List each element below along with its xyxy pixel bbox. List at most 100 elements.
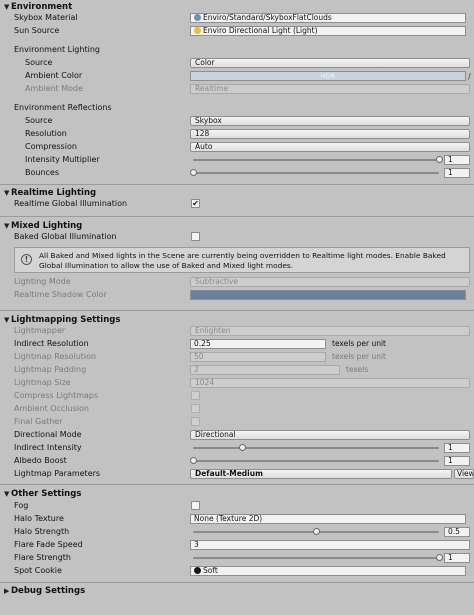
intensity-multiplier-label: Intensity Multiplier (25, 155, 100, 164)
baked-gi-checkbox[interactable] (191, 232, 200, 241)
section-divider (0, 184, 474, 185)
foldout-expanded-icon[interactable]: ▼ (4, 490, 9, 498)
final-gather-label: Final Gather (14, 417, 63, 426)
flare-strength-label: Flare Strength (14, 553, 71, 562)
section-divider (0, 484, 474, 485)
other-settings-header[interactable]: ▼ Other Settings (0, 488, 474, 500)
indirect-resolution-label: Indirect Resolution (14, 339, 89, 348)
foldout-expanded-icon[interactable]: ▼ (4, 189, 9, 197)
texels-per-unit-label: texels per unit (332, 339, 386, 348)
foldout-expanded-icon[interactable]: ▼ (4, 222, 9, 230)
skybox-material-label: Skybox Material (14, 13, 78, 22)
albedo-boost-label: Albedo Boost (14, 456, 67, 465)
halo-strength-slider-thumb[interactable] (312, 528, 320, 535)
flare-strength-slider-thumb[interactable] (435, 554, 443, 561)
lightmap-resolution-field: 50 (190, 352, 326, 362)
environment-lighting-label: Environment Lighting (14, 45, 100, 54)
lightmapper-dropdown: Enlighten (190, 326, 470, 336)
lightmapping-settings-header[interactable]: ▼ Lightmapping Settings (0, 314, 474, 326)
eyedropper-icon[interactable]: ∕ (468, 72, 471, 81)
flare-fade-speed-field[interactable]: 3 (190, 540, 470, 550)
compress-lightmaps-checkbox (191, 391, 200, 400)
realtime-gi-label: Realtime Global Illumination (14, 199, 128, 208)
lightmap-size-dropdown: 1024 (190, 378, 470, 388)
section-divider (0, 216, 474, 217)
resolution-dropdown[interactable]: 128 (190, 129, 470, 139)
indirect-intensity-field[interactable]: 1 (444, 443, 470, 453)
lightmap-size-label: Lightmap Size (14, 378, 71, 387)
compression-label: Compression (25, 142, 77, 151)
texels-per-unit-label: texels per unit (332, 352, 386, 361)
shadow-color-swatch (190, 290, 466, 300)
realtime-gi-checkbox[interactable]: ✔ (191, 199, 200, 208)
foldout-collapsed-icon[interactable]: ▶ (4, 587, 9, 595)
source-dropdown[interactable]: Color (190, 58, 470, 68)
texels-label: texels (346, 365, 369, 374)
halo-strength-label: Halo Strength (14, 527, 70, 536)
info-message: All Baked and Mixed lights in the Scene … (39, 251, 446, 270)
ambient-color-label: Ambient Color (25, 71, 83, 80)
ambient-mode-label: Ambient Mode (25, 84, 84, 93)
ambient-occlusion-label: Ambient Occlusion (14, 404, 89, 413)
bounces-slider[interactable] (193, 172, 439, 174)
compression-dropdown[interactable]: Auto (190, 142, 470, 152)
fog-label: Fog (14, 501, 29, 510)
reflection-source-label: Source (25, 116, 53, 125)
view-button[interactable]: View (454, 469, 474, 479)
flare-fade-speed-label: Flare Fade Speed (14, 540, 83, 549)
flare-strength-field[interactable]: 1 (444, 553, 470, 563)
final-gather-checkbox (191, 417, 200, 426)
ambient-color-swatch[interactable]: HDR (190, 71, 466, 81)
sun-source-field[interactable]: Enviro Directional Light (Light) (190, 26, 466, 36)
intensity-multiplier-slider[interactable] (193, 159, 439, 161)
directional-mode-label: Directional Mode (14, 430, 82, 439)
halo-texture-field[interactable]: None (Texture 2D) (190, 514, 466, 524)
flare-strength-slider[interactable] (193, 557, 439, 559)
ambient-mode-dropdown: Realtime (190, 84, 470, 94)
indirect-intensity-label: Indirect Intensity (14, 443, 82, 452)
section-divider (0, 310, 474, 311)
intensity-multiplier-field[interactable]: 1 (444, 155, 470, 165)
indirect-intensity-slider[interactable] (193, 447, 439, 449)
albedo-boost-slider-thumb[interactable] (189, 457, 197, 464)
halo-strength-field[interactable]: 0.5 (444, 527, 470, 537)
texture-icon (194, 567, 201, 574)
albedo-boost-field[interactable]: 1 (444, 456, 470, 466)
indirect-intensity-slider-thumb[interactable] (238, 444, 246, 451)
foldout-expanded-icon[interactable]: ▼ (4, 3, 9, 11)
skybox-material-field[interactable]: Enviro/Standard/SkyboxFlatClouds (190, 13, 466, 23)
ambient-occlusion-checkbox (191, 404, 200, 413)
source-label: Source (25, 58, 53, 67)
intensity-multiplier-slider-thumb[interactable] (435, 156, 443, 163)
spot-cookie-field[interactable]: Soft (190, 566, 466, 576)
bounces-slider-thumb[interactable] (189, 169, 197, 176)
light-icon (194, 27, 201, 34)
lightmap-resolution-label: Lightmap Resolution (14, 352, 97, 361)
lightmap-padding-label: Lightmap Padding (14, 365, 87, 374)
info-icon: ! (21, 254, 32, 265)
indirect-resolution-field[interactable]: 0.25 (190, 339, 326, 349)
checkmark-icon: ✔ (192, 199, 199, 208)
resolution-label: Resolution (25, 129, 67, 138)
sun-source-label: Sun Source (14, 26, 60, 35)
lightmapper-label: Lightmapper (14, 326, 66, 335)
material-icon (194, 14, 201, 21)
compress-lightmaps-label: Compress Lightmaps (14, 391, 99, 400)
realtime-shadow-color-label: Realtime Shadow Color (14, 290, 107, 299)
environment-reflections-label: Environment Reflections (14, 103, 112, 112)
fog-checkbox[interactable] (191, 501, 200, 510)
spot-cookie-label: Spot Cookie (14, 566, 62, 575)
baked-gi-label: Baked Global Illumination (14, 232, 117, 241)
section-divider (0, 582, 474, 583)
lightmap-parameters-dropdown[interactable]: Default-Medium (190, 469, 452, 479)
lighting-mode-label: Lighting Mode (14, 277, 71, 286)
reflection-source-dropdown[interactable]: Skybox (190, 116, 470, 126)
bounces-label: Bounces (25, 168, 60, 177)
albedo-boost-slider[interactable] (193, 460, 439, 462)
foldout-expanded-icon[interactable]: ▼ (4, 316, 9, 324)
directional-mode-dropdown[interactable]: Directional (190, 430, 470, 440)
bounces-field[interactable]: 1 (444, 168, 470, 178)
lightmap-padding-field: 2 (190, 365, 340, 375)
info-helpbox: ! All Baked and Mixed lights in the Scen… (14, 247, 470, 273)
debug-settings-header[interactable]: ▶ Debug Settings (0, 585, 474, 597)
